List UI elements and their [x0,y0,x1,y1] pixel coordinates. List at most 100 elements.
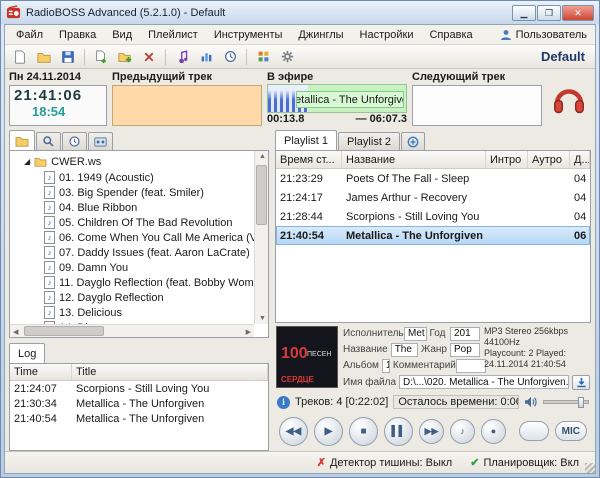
add-track-button[interactable] [90,47,112,67]
silence-detector-status[interactable]: ✗ Детектор тишины: Выкл [317,456,452,469]
tab-playlist-1[interactable]: Playlist 1 [275,130,337,150]
save-tags-button[interactable] [572,375,590,390]
tree-item[interactable]: ♪05. Children Of The Bad Revolution [12,215,252,230]
cell-name: Poets Of The Fall - Sleep [342,173,486,185]
pause-button[interactable]: ▌▌ [384,417,413,446]
tree-item[interactable]: ♪09. Damn You [12,260,252,275]
tab-log[interactable]: Log [9,343,45,363]
playlist-row[interactable]: 21:24:17James Arthur - Recovery04 [276,188,590,207]
expander-icon[interactable]: ◢ [24,157,30,166]
log-table[interactable]: Time Title 21:24:07Scorpions - Still Lov… [9,363,269,451]
log-row[interactable]: 21:30:34Metallica - The Unforgiven [10,396,268,411]
tree-horizontal-scrollbar[interactable]: ◀▶ [10,324,254,337]
menu-view[interactable]: Вид [105,27,139,43]
volume-slider[interactable] [543,400,589,404]
log-row[interactable]: 21:40:54Metallica - The Unforgiven [10,411,268,426]
menu-help[interactable]: Справка [422,27,479,43]
record-button[interactable]: ● [481,419,506,444]
onair-box[interactable]: Metallica - The Unforgiven [267,84,407,113]
log-col-title[interactable]: Title [72,364,268,380]
volume-thumb[interactable] [578,397,584,408]
playlist-row[interactable]: 21:23:29Poets Of The Fall - Sleep04 [276,169,590,188]
scheduler-status[interactable]: ✔ Планировщик: Вкл [470,456,579,469]
tab-history[interactable] [62,132,87,150]
tree-vertical-scrollbar[interactable]: ▲▼ [254,151,268,324]
comment-field[interactable] [456,359,486,373]
log-row[interactable]: 21:24:07Scorpions - Still Loving You [10,381,268,396]
menu-tools[interactable]: Инструменты [207,27,290,43]
tree-item[interactable]: ♪13. Delicious [12,305,252,320]
settings-button[interactable] [276,47,298,67]
tree-item[interactable]: ♪06. Come When You Call Me America (Ve [12,230,252,245]
remove-track-button[interactable] [138,47,160,67]
play-button[interactable]: ▶ [314,417,343,446]
col-name[interactable]: Название [342,151,486,168]
maximize-button[interactable]: ❐ [537,5,561,21]
tab-search[interactable] [36,132,61,150]
playlist-row[interactable]: 21:28:44Scorpions - Still Loving You04 [276,207,590,226]
next-track-box[interactable] [412,85,542,126]
cell-start-time: 21:23:29 [276,173,342,185]
transport-bar: ◀◀ ▶ ■ ▌▌ ▶▶ ♪ ● MIC [275,411,591,451]
music-library-button[interactable] [171,47,193,67]
tree-item[interactable]: ♪12. Dayglo Reflection [12,290,252,305]
jingle-button[interactable]: ♪ [450,419,475,444]
menu-file[interactable]: Файл [9,27,50,43]
resize-grip[interactable] [585,463,595,473]
scrollbar-thumb[interactable] [256,165,267,225]
tree-item[interactable]: ♪11. Dayglo Reflection (feat. Bobby Wom [12,275,252,290]
menu-jingles[interactable]: Джинглы [291,27,350,43]
user-menu[interactable]: Пользователь [500,29,591,41]
scrollbar-thumb[interactable] [24,326,104,336]
scheduler-button[interactable] [219,47,241,67]
col-outro[interactable]: Аутро [528,151,570,168]
log-col-time[interactable]: Time [10,364,72,380]
headphones-icon[interactable] [550,81,588,117]
cell-name: Metallica - The Unforgiven [342,230,486,242]
speaker-icon[interactable] [524,396,538,408]
album-field[interactable]: 100 [382,359,390,373]
tree-item-label: 03. Big Spender (feat. Smiler) [59,187,204,199]
stop-button[interactable]: ■ [349,417,378,446]
genre-field[interactable]: Pop [450,343,480,357]
title-field[interactable]: The [391,343,418,357]
artist-field[interactable]: Met [404,327,427,341]
previous-button[interactable]: ◀◀ [279,417,308,446]
cart-wall-button[interactable] [252,47,274,67]
save-playlist-button[interactable] [57,47,79,67]
tree-root[interactable]: ◢ CWER.ws [12,153,252,170]
previous-track-box[interactable] [112,85,262,126]
add-playlist-tab[interactable] [401,132,425,150]
menu-playlist[interactable]: Плейлист [141,27,205,43]
col-start-time[interactable]: Время ст... [276,151,342,168]
menu-settings[interactable]: Настройки [353,27,421,43]
add-folder-button[interactable] [114,47,136,67]
tab-cart[interactable] [88,132,113,150]
minimize-button[interactable]: ▁ [512,5,536,21]
music-library-tree[interactable]: ◢ CWER.ws ♪01. 1949 (Acoustic) ♪03. Big … [9,150,269,338]
add-file-icon [94,50,108,64]
reports-button[interactable] [195,47,217,67]
cell-duration: 06 [570,230,590,242]
close-button[interactable]: ✕ [562,5,594,21]
year-field[interactable]: 201 [450,327,480,341]
music-note-icon [176,50,189,63]
tab-playlist-2[interactable]: Playlist 2 [338,132,400,150]
info-icon[interactable]: i [277,396,290,409]
playlist-row-selected[interactable]: 21:40:54Metallica - The Unforgiven06 [276,226,590,245]
filename-field[interactable]: D:\...\020. Metallica - The Unforgiven.m… [399,375,569,389]
open-playlist-button[interactable] [33,47,55,67]
next-button[interactable]: ▶▶ [419,419,444,444]
new-playlist-button[interactable] [9,47,31,67]
tab-folders[interactable] [9,130,35,150]
tree-item[interactable]: ♪01. 1949 (Acoustic) [12,170,252,185]
tree-item[interactable]: ♪07. Daddy Issues (feat. Aaron LaCrate) [12,245,252,260]
tree-item[interactable]: ♪03. Big Spender (feat. Smiler) [12,185,252,200]
col-intro[interactable]: Интро [486,151,528,168]
col-duration[interactable]: Д... [570,151,590,168]
mic-button[interactable]: MIC [555,421,587,441]
aux-button[interactable] [519,421,549,441]
playlist-table[interactable]: Время ст... Название Интро Аутро Д... 21… [275,150,591,323]
tree-item[interactable]: ♪04. Blue Ribbon [12,200,252,215]
menu-edit[interactable]: Правка [52,27,103,43]
